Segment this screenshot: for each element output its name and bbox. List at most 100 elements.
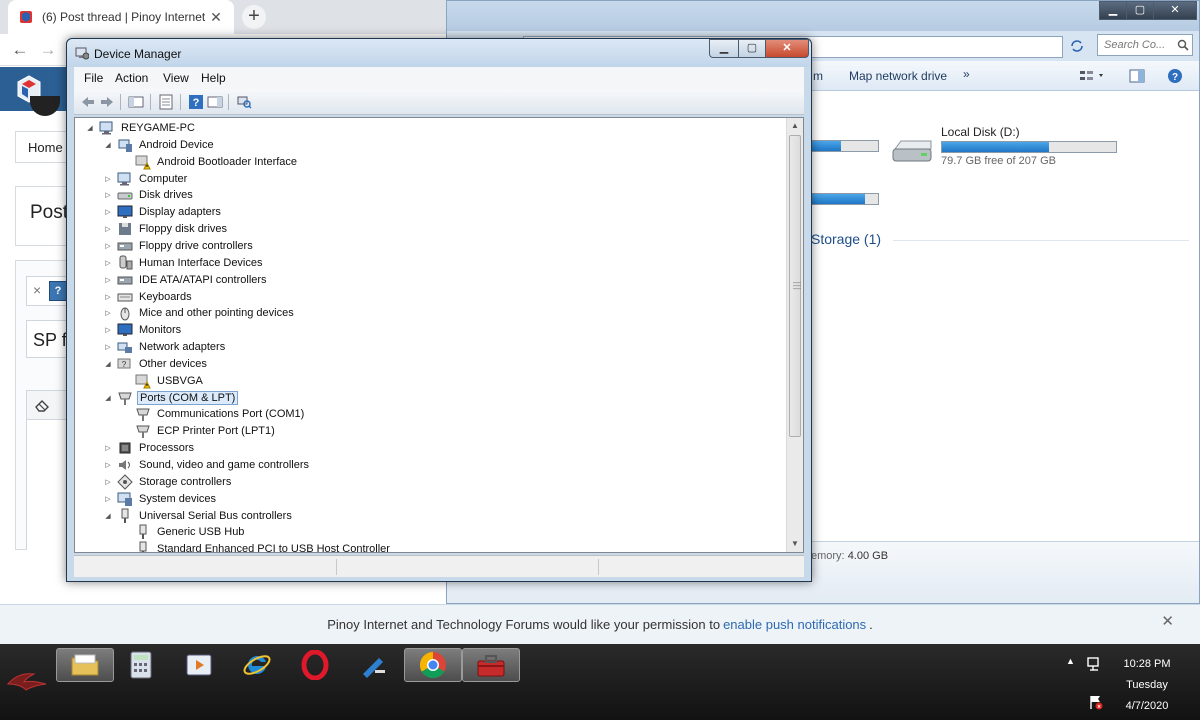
scrollbar-thumb[interactable]: — — — <box>789 135 801 437</box>
more-commands-button[interactable]: » <box>963 67 970 81</box>
expand-icon[interactable]: ▷ <box>103 293 113 301</box>
properties-icon[interactable] <box>158 94 174 110</box>
tree-item[interactable]: ▷ Storage controllers <box>103 473 233 490</box>
collapse-icon[interactable]: ◢ <box>103 512 113 520</box>
expand-icon[interactable]: ▷ <box>103 276 113 284</box>
menu-help[interactable]: Help <box>201 71 226 85</box>
eraser-icon[interactable] <box>34 398 50 412</box>
tree-item[interactable]: ▷ Floppy disk drives <box>103 220 229 237</box>
taskbar-opera[interactable] <box>286 648 344 682</box>
avatar[interactable] <box>30 96 60 116</box>
help-icon[interactable]: ? <box>1167 68 1183 84</box>
banner-close-icon[interactable]: ✕ <box>1161 612 1174 630</box>
tree-item[interactable]: Generic USB Hub <box>121 523 246 540</box>
device-manager-titlebar[interactable]: Device Manager ▁ ▢ ✕ <box>67 39 811 67</box>
taskbar-internet-explorer[interactable] <box>228 648 286 682</box>
taskbar-file-explorer[interactable] <box>56 648 114 682</box>
tree-item[interactable]: ▷ Monitors <box>103 321 183 338</box>
forward-arrow-icon[interactable] <box>99 94 115 110</box>
expand-icon[interactable]: ▷ <box>103 175 113 183</box>
taskbar-device-manager-tools[interactable] <box>462 648 520 682</box>
new-tab-button[interactable]: + <box>242 5 266 29</box>
hard-drive-icon[interactable] <box>891 135 935 165</box>
expand-icon[interactable]: ▷ <box>103 225 113 233</box>
tab-close-icon[interactable]: ✕ <box>208 9 224 26</box>
collapse-icon[interactable]: ◢ <box>103 141 113 149</box>
tree-item[interactable]: ▷ Disk drives <box>103 186 195 203</box>
collapse-icon[interactable]: ◢ <box>85 124 95 132</box>
tree-item[interactable]: ◢ REYGAME-PC <box>85 119 197 136</box>
search-icon[interactable] <box>1177 39 1189 51</box>
preview-pane-icon[interactable] <box>1129 68 1145 84</box>
expand-icon[interactable]: ▷ <box>103 495 113 503</box>
storage-group-header[interactable]: Storage (1) <box>811 231 881 247</box>
maximize-button[interactable]: ▢ <box>1126 1 1154 20</box>
help-icon[interactable]: ? <box>188 94 204 110</box>
tree-item[interactable]: ◢ Universal Serial Bus controllers <box>103 507 294 524</box>
scroll-up-icon[interactable]: ▲ <box>787 118 803 134</box>
network-icon[interactable] <box>1086 656 1102 672</box>
back-arrow-icon[interactable] <box>80 94 96 110</box>
refresh-icon[interactable] <box>1069 39 1085 53</box>
scroll-down-icon[interactable]: ▼ <box>787 536 803 552</box>
tree-item[interactable]: ▷ Network adapters <box>103 338 227 355</box>
action-center-flag-icon[interactable]: × <box>1088 694 1104 710</box>
forward-button[interactable]: → <box>36 38 60 62</box>
tree-item[interactable]: ▷ IDE ATA/ATAPI controllers <box>103 271 269 288</box>
menu-file[interactable]: File <box>84 71 103 85</box>
expand-icon[interactable]: ▷ <box>103 343 113 351</box>
taskbar-sticky-app[interactable] <box>344 648 402 682</box>
menu-action[interactable]: Action <box>115 71 148 85</box>
taskbar-google-chrome[interactable] <box>404 648 462 682</box>
maximize-button[interactable]: ▢ <box>738 39 766 58</box>
tree-item[interactable]: Android Bootloader Interface <box>121 153 299 170</box>
expand-icon[interactable]: ▷ <box>103 191 113 199</box>
tree-item[interactable]: ◢ Android Device <box>103 136 216 153</box>
tree-item[interactable]: ▷ Human Interface Devices <box>103 254 265 271</box>
minimize-button[interactable]: ▁ <box>709 39 739 58</box>
tree-item[interactable]: ◢ Ports (COM & LPT) <box>103 389 239 406</box>
tree-item[interactable]: ▷ Floppy drive controllers <box>103 237 255 254</box>
command-partial[interactable]: m <box>813 69 823 83</box>
action-pane-icon[interactable] <box>207 94 223 110</box>
tree-item[interactable]: ▷ Computer <box>103 170 189 187</box>
back-button[interactable]: ← <box>8 38 32 62</box>
expand-icon[interactable]: ▷ <box>103 444 113 452</box>
rog-start-icon[interactable] <box>6 670 48 692</box>
expand-icon[interactable]: ▷ <box>103 478 113 486</box>
collapse-icon[interactable]: ◢ <box>103 394 113 402</box>
collapse-icon[interactable]: ◢ <box>103 360 113 368</box>
tree-item[interactable]: Standard Enhanced PCI to USB Host Contro… <box>121 540 392 552</box>
show-hide-console-tree-icon[interactable] <box>128 94 144 110</box>
tree-item[interactable]: Communications Port (COM1) <box>121 405 306 422</box>
tree-item[interactable]: ▷ System devices <box>103 490 218 507</box>
system-clock[interactable]: 10:28 PM Tuesday 4/7/2020 <box>1108 654 1186 717</box>
taskbar-calculator[interactable] <box>112 648 170 682</box>
close-button[interactable]: ✕ <box>1153 1 1197 20</box>
close-button[interactable]: ✕ <box>765 39 809 58</box>
tree-item[interactable]: ▷ Mice and other pointing devices <box>103 304 296 321</box>
expand-icon[interactable]: ▷ <box>103 259 113 267</box>
expand-icon[interactable]: ▷ <box>103 326 113 334</box>
browser-tab[interactable]: (6) Post thread | Pinoy Internet a ✕ <box>8 0 234 34</box>
enable-push-link[interactable]: enable push notifications <box>723 617 866 632</box>
tree-item[interactable]: ECP Printer Port (LPT1) <box>121 422 277 439</box>
prefix-tag[interactable]: ? <box>49 281 67 301</box>
prefix-remove-icon[interactable]: × <box>33 282 41 298</box>
minimize-button[interactable]: ▁ <box>1099 1 1127 20</box>
taskbar-media-player[interactable] <box>170 648 228 682</box>
show-hidden-icons-button[interactable]: ▲ <box>1066 656 1075 666</box>
view-options-icon[interactable] <box>1079 69 1107 83</box>
scan-hardware-icon[interactable] <box>236 94 252 110</box>
tree-item[interactable]: ▷ Processors <box>103 439 196 456</box>
tree-item[interactable]: ▷ Sound, video and game controllers <box>103 456 311 473</box>
expand-icon[interactable]: ▷ <box>103 242 113 250</box>
vertical-scrollbar[interactable]: ▲ — — — ▼ <box>786 118 803 552</box>
drive-d-name[interactable]: Local Disk (D:) <box>941 125 1020 139</box>
expand-icon[interactable]: ▷ <box>103 208 113 216</box>
expand-icon[interactable]: ▷ <box>103 461 113 469</box>
tree-item[interactable]: USBVGA <box>121 372 205 389</box>
tree-item[interactable]: ◢? Other devices <box>103 355 209 372</box>
map-network-drive-button[interactable]: Map network drive <box>849 69 947 83</box>
tree-item[interactable]: ▷ Display adapters <box>103 203 223 220</box>
